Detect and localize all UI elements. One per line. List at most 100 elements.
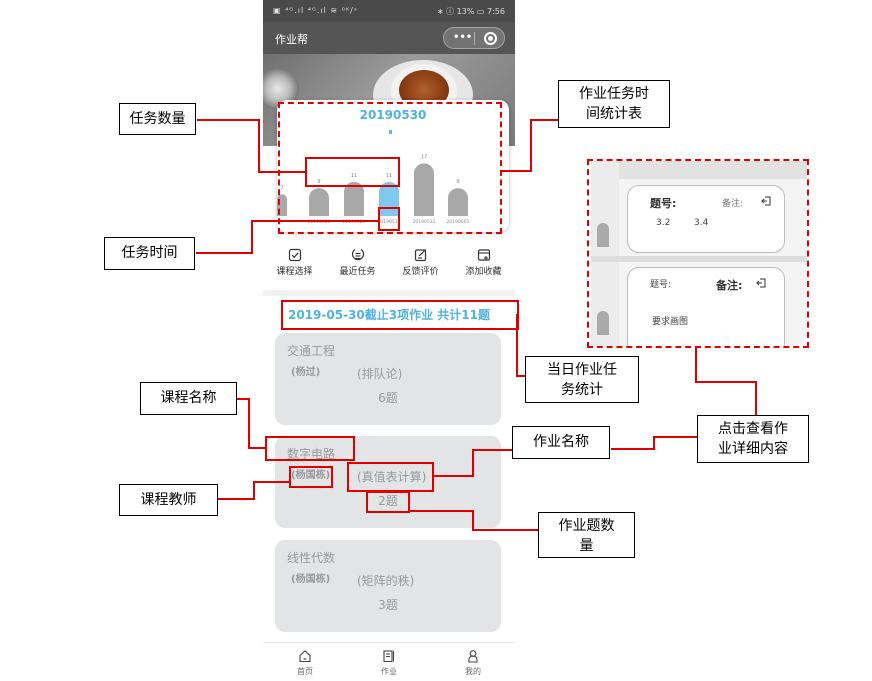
connector bbox=[472, 449, 474, 477]
course-teacher: (杨国栋) bbox=[291, 574, 331, 585]
homework-name: (矩阵的秩) bbox=[357, 574, 415, 588]
nav-recent-tasks[interactable]: 最近任务 bbox=[326, 242, 389, 288]
connector bbox=[472, 449, 512, 451]
detail-preview: 题号: 备注: 3.2 3.4 题号: 备注: 要求画图 bbox=[591, 161, 807, 346]
connector bbox=[755, 381, 757, 415]
preview-mid-band bbox=[591, 256, 807, 262]
annotation-task-count: 任务数量 bbox=[119, 103, 196, 135]
tab-homework[interactable]: 作业 bbox=[359, 649, 419, 677]
checkbox-icon bbox=[288, 248, 301, 262]
section-divider bbox=[263, 290, 515, 296]
nav-label: 反馈评价 bbox=[402, 267, 439, 277]
annotation-homework-name: 作业名称 bbox=[512, 426, 610, 459]
course-card-algebra[interactable]: 线性代数 (杨国栋) (矩阵的秩) 3题 bbox=[275, 540, 501, 632]
exit-icon[interactable] bbox=[756, 278, 766, 288]
preview-top-band bbox=[591, 161, 807, 179]
miniprogram-capsule: ••• bbox=[443, 27, 505, 49]
annotation-course-teacher: 课程教师 bbox=[119, 484, 218, 516]
connector bbox=[248, 398, 250, 448]
connector bbox=[611, 448, 655, 450]
connector bbox=[530, 119, 532, 172]
annotation-chart-stats: 作业任务时 间统计表 bbox=[558, 80, 670, 128]
connector bbox=[258, 171, 306, 173]
tab-label: 我的 bbox=[465, 667, 481, 676]
feature-nav: 课程选择 最近任务 反馈评价 添加收藏 bbox=[263, 242, 515, 288]
exit-icon[interactable] bbox=[761, 196, 771, 206]
preview-ticket-label: 题号: bbox=[650, 197, 677, 210]
tab-mine[interactable]: 我的 bbox=[443, 649, 503, 677]
preview-sidebar bbox=[591, 161, 619, 346]
connector bbox=[472, 529, 538, 531]
connector bbox=[253, 481, 255, 500]
close-target-icon[interactable] bbox=[484, 32, 497, 45]
task-time-highlight bbox=[378, 207, 400, 231]
preview-note-label: 备注: bbox=[722, 199, 744, 209]
more-icon[interactable]: ••• bbox=[453, 32, 472, 43]
question-count-highlight bbox=[366, 491, 410, 513]
favorite-icon bbox=[477, 249, 490, 261]
home-icon bbox=[299, 650, 311, 663]
annotation-daily-stats: 当日作业任 务统计 bbox=[525, 356, 639, 403]
course-name: 交通工程 bbox=[287, 344, 336, 358]
question-count: 3题 bbox=[378, 598, 398, 612]
course-teacher: (杨过) bbox=[291, 367, 321, 378]
nav-feedback[interactable]: 反馈评价 bbox=[389, 242, 452, 288]
preview-ticket-label: 题号: bbox=[650, 280, 672, 290]
connector bbox=[251, 220, 253, 254]
status-right: ∗ ⓘ 13% ▭ 7:56 bbox=[436, 7, 505, 16]
connector bbox=[516, 375, 525, 377]
preview-description: 要求画图 bbox=[652, 317, 689, 327]
user-icon bbox=[468, 650, 478, 663]
preview-number: 3.2 bbox=[656, 218, 671, 228]
connector bbox=[218, 498, 254, 500]
course-card-traffic[interactable]: 交通工程 (杨过) (排队论) 6题 bbox=[275, 333, 501, 425]
nav-course-select[interactable]: 课程选择 bbox=[263, 242, 326, 288]
course-name-highlight bbox=[265, 436, 355, 461]
status-bar: ▣ ⁴ᴳ.ıl ⁴ᴳ.ıl ≋ ⁰ᴷ/ˢ ∗ ⓘ 13% ▭ 7:56 bbox=[263, 0, 515, 22]
connector bbox=[197, 119, 259, 121]
connector bbox=[251, 220, 379, 222]
bottom-tabbar: 首页 作业 我的 bbox=[263, 642, 515, 681]
preview-number: 3.4 bbox=[694, 218, 709, 228]
annotation-question-count: 作业题数 量 bbox=[538, 512, 635, 558]
connector bbox=[433, 475, 473, 477]
summary-highlight bbox=[281, 300, 519, 330]
question-count: 6题 bbox=[378, 391, 398, 405]
nav-add-favorite[interactable]: 添加收藏 bbox=[452, 242, 515, 288]
title-bar: 作业帮 ••• bbox=[263, 22, 515, 54]
app-title: 作业帮 bbox=[275, 33, 308, 46]
tab-label: 首页 bbox=[297, 667, 313, 676]
annotation-course-name: 课程名称 bbox=[140, 382, 237, 415]
preview-card-detail[interactable]: 题号: 备注: 3.2 3.4 bbox=[627, 185, 785, 253]
teacher-highlight bbox=[289, 466, 333, 488]
edit-icon bbox=[414, 249, 426, 262]
annotation-task-time: 任务时间 bbox=[104, 237, 195, 270]
connector bbox=[530, 119, 558, 121]
connector bbox=[516, 314, 518, 376]
connector bbox=[653, 436, 698, 438]
preview-note-label: 备注: bbox=[716, 279, 743, 292]
connector bbox=[253, 481, 290, 483]
connector bbox=[409, 510, 473, 512]
nav-label: 课程选择 bbox=[276, 267, 313, 277]
preview-bar-stub bbox=[597, 223, 609, 247]
connector bbox=[695, 381, 756, 383]
connector bbox=[502, 170, 531, 172]
connector bbox=[472, 510, 474, 530]
task-count-highlight bbox=[305, 157, 400, 187]
homework-name-highlight bbox=[347, 462, 434, 492]
homework-name: (排队论) bbox=[357, 367, 403, 381]
course-name: 线性代数 bbox=[287, 551, 336, 565]
connector bbox=[196, 252, 252, 254]
status-left: ▣ ⁴ᴳ.ıl ⁴ᴳ.ıl ≋ ⁰ᴷ/ˢ bbox=[273, 6, 358, 15]
preview-card-detail[interactable]: 题号: 备注: 要求画图 bbox=[627, 267, 785, 346]
tab-label: 作业 bbox=[381, 667, 397, 676]
preview-bar-stub bbox=[597, 311, 609, 335]
nav-label: 添加收藏 bbox=[465, 267, 502, 277]
nav-label: 最近任务 bbox=[339, 267, 376, 277]
connector bbox=[695, 348, 697, 382]
annotation-click-detail: 点击查看作 业详细内容 bbox=[697, 415, 809, 463]
capsule-divider bbox=[474, 32, 475, 45]
book-icon bbox=[383, 650, 395, 663]
tab-home[interactable]: 首页 bbox=[275, 649, 335, 677]
